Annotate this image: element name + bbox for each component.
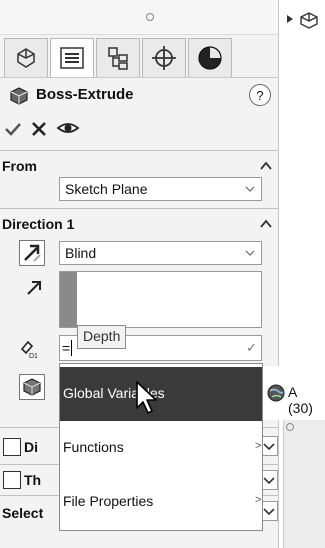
tab-feature-manager[interactable] [4, 38, 48, 77]
feature-manager-icon [17, 48, 35, 68]
display-manager-icon [198, 46, 222, 70]
divider [0, 208, 278, 209]
thin-feature-checkbox[interactable] [3, 471, 21, 489]
chevron-up-icon[interactable] [259, 159, 273, 173]
from-select-value: Sketch Plane [65, 181, 148, 197]
close-icon[interactable] [31, 121, 47, 137]
direction-arrow-icon [27, 281, 41, 295]
feature-title: Boss-Extrude [36, 86, 134, 103]
direction1-group-header[interactable]: Direction 1 [0, 210, 278, 240]
chevron-down-icon [245, 186, 255, 192]
part-tree-icon[interactable] [298, 10, 320, 30]
draft-toggle-button[interactable] [19, 374, 45, 400]
menu-item-label: File Properties [63, 493, 154, 509]
confirm-checkmark-icon[interactable]: ✓ [246, 340, 257, 356]
submenu-arrow-icon: > [255, 494, 262, 506]
from-group-title: From [2, 158, 37, 174]
tab-display-manager[interactable] [188, 38, 232, 77]
grip-dot-icon [146, 13, 154, 21]
action-buttons [0, 113, 278, 145]
selected-contours-label: Select [2, 505, 44, 521]
dimxpert-icon [152, 46, 176, 70]
extrude-feature-icon [10, 87, 28, 105]
chevron-down-icon [263, 508, 275, 516]
direction-selection-box[interactable] [59, 271, 262, 328]
tab-property-manager[interactable] [50, 38, 94, 77]
depth-tooltip: Depth [77, 325, 127, 349]
text-caret [71, 340, 72, 356]
manager-tabs [0, 34, 278, 78]
chevron-up-icon[interactable] [259, 217, 273, 231]
chevron-down-icon [245, 250, 255, 256]
tab-configuration-manager[interactable] [96, 38, 140, 77]
side-panel-strip [283, 398, 325, 548]
chevron-down-icon [263, 443, 275, 451]
depth-input-value: = [62, 340, 71, 356]
configuration-manager-icon [108, 47, 128, 70]
divider [0, 150, 278, 151]
submenu-global-variable-a[interactable]: A (30) [263, 366, 325, 420]
direction2-label: Di [24, 439, 38, 455]
menu-item-file-properties[interactable]: File Properties > [60, 475, 262, 529]
thin-feature-label: Th [24, 472, 42, 488]
grip-dot-icon [286, 423, 294, 431]
eye-icon[interactable] [56, 120, 80, 136]
checkmark-icon[interactable] [4, 121, 22, 137]
mouse-cursor-icon [136, 381, 157, 414]
depth-dimension-icon: D1 [20, 340, 38, 360]
selection-color-bar [60, 272, 77, 327]
property-manager-icon [60, 47, 84, 69]
direction2-checkbox[interactable] [3, 438, 21, 456]
end-condition-select[interactable]: Blind [59, 241, 262, 265]
help-button[interactable]: ? [249, 84, 271, 106]
direction1-group-title: Direction 1 [2, 216, 75, 232]
submenu-arrow-icon: > [255, 440, 262, 452]
global-variable-icon [267, 384, 285, 402]
from-select[interactable]: Sketch Plane [59, 177, 262, 201]
menu-item-functions[interactable]: Functions > [60, 421, 262, 475]
draft-icon [23, 378, 41, 396]
chevron-down-icon [263, 477, 275, 485]
reverse-direction-icon [24, 244, 41, 262]
graphics-area[interactable] [279, 0, 325, 548]
tab-dimxpert[interactable] [142, 38, 186, 77]
end-condition-value: Blind [65, 245, 97, 261]
feature-header: Boss-Extrude ? [0, 80, 278, 112]
panel-grip[interactable] [0, 0, 278, 35]
reverse-direction-button[interactable] [19, 240, 45, 266]
svg-text:D1: D1 [29, 353, 38, 360]
expand-arrow-icon[interactable] [286, 14, 294, 24]
menu-item-label: Functions [63, 439, 124, 455]
submenu-item-label: A (30) [288, 384, 313, 416]
